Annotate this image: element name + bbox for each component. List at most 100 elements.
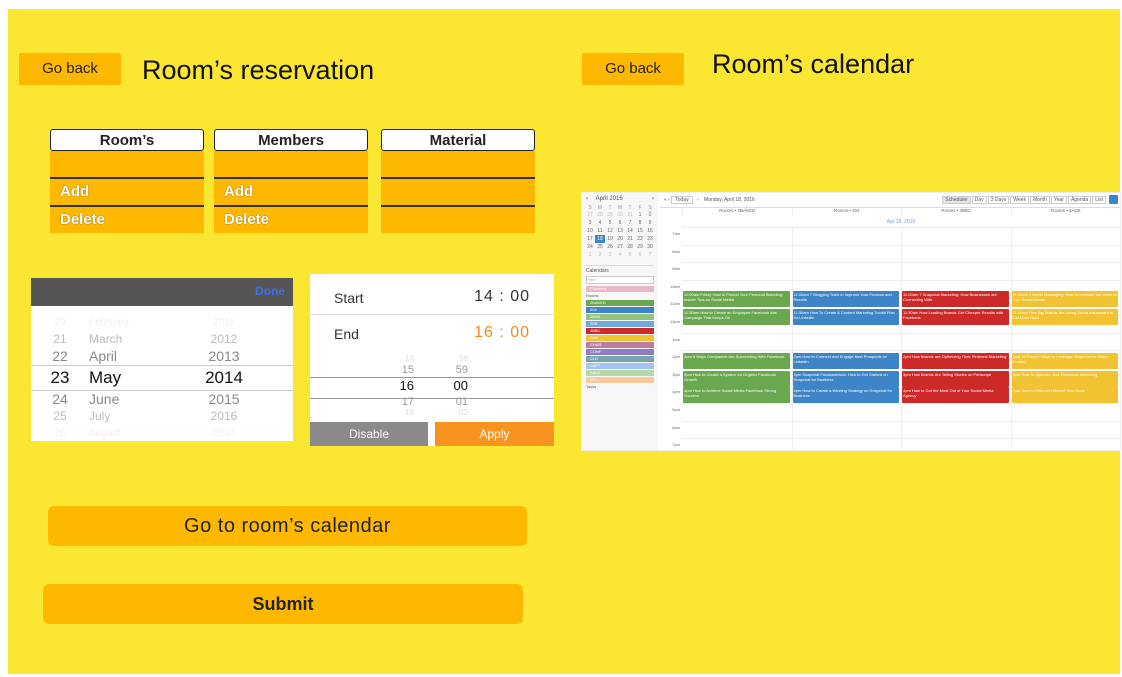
mini-day[interactable]: 6: [635, 251, 645, 259]
calendar-event[interactable]: 2pm How Brands are Optimizing Their Pint…: [902, 353, 1009, 369]
date-wheel-row[interactable]: 23 May 2014: [31, 365, 293, 391]
date-picker[interactable]: Done 20 February 2011 21 March 2012 22 April 201…: [31, 278, 293, 441]
material-cell[interactable]: [381, 207, 535, 233]
calendar-list-item[interactable]: Rooms: [586, 293, 654, 299]
apply-button[interactable]: Apply: [435, 422, 554, 446]
calendar-event[interactable]: 4pm How to Achieve Social Media Facebook…: [683, 387, 790, 403]
date-wheel-row[interactable]: 21 March 2012: [31, 331, 293, 348]
mini-day[interactable]: 30: [645, 243, 655, 251]
mini-day[interactable]: 19: [605, 235, 615, 243]
calendar-event[interactable]: 11:30am How Leading Brands Get Cheaper R…: [902, 309, 1009, 325]
members-add-button[interactable]: Add: [214, 179, 368, 207]
go-back-button[interactable]: Go back: [19, 53, 121, 85]
mini-day[interactable]: 2: [645, 211, 655, 219]
go-to-calendar-button[interactable]: Go to room’s calendar: [48, 506, 527, 546]
view-tab-scheduler[interactable]: Scheduler: [942, 196, 971, 204]
time-picker[interactable]: Start 14 : 00 End 16 : 00 14 58 15 59 16 00 17…: [310, 274, 554, 446]
calendar-list-item[interactable]: ADE: [586, 335, 654, 341]
mini-day[interactable]: 16: [645, 227, 655, 235]
date-wheel-row[interactable]: 26 August 2017: [31, 425, 293, 441]
mini-day[interactable]: 23: [645, 235, 655, 243]
mini-day[interactable]: 24: [585, 243, 595, 251]
calendar-event[interactable]: 3pm How to Optimize Your Facebook Market…: [1011, 371, 1118, 387]
mini-day[interactable]: 11: [595, 227, 605, 235]
date-wheel-row[interactable]: 22 April 2013: [31, 348, 293, 365]
mini-day[interactable]: 3: [585, 219, 595, 227]
calendar-list-item[interactable]: 4BBC: [586, 328, 654, 334]
mini-day[interactable]: 9: [645, 219, 655, 227]
mini-day[interactable]: 27: [615, 243, 625, 251]
mini-day[interactable]: 6: [615, 219, 625, 227]
today-button[interactable]: Today: [671, 196, 693, 204]
calendar-list-item[interactable]: 3BB: [586, 321, 654, 327]
mini-day[interactable]: 7: [645, 251, 655, 259]
filter-input[interactable]: Filter: [586, 276, 654, 284]
mini-day[interactable]: 22: [635, 235, 645, 243]
calendar-list-item[interactable]: CHAR: [586, 342, 654, 348]
view-tab-list[interactable]: List: [1092, 196, 1106, 204]
calendar-event[interactable]: 3pm How to Create a System for Organic F…: [683, 371, 790, 387]
mini-day[interactable]: 18: [595, 235, 605, 243]
mini-day[interactable]: 21: [625, 235, 635, 243]
material-cell[interactable]: [381, 151, 535, 179]
end-time-value[interactable]: 16 : 00: [474, 324, 530, 342]
calendar-event[interactable]: 3pm Snapchat Fundamentals: How to Get St…: [792, 371, 899, 387]
mini-day[interactable]: 25: [595, 243, 605, 251]
calendar-list-item[interactable]: SPA: [586, 377, 654, 383]
mini-day[interactable]: 5: [605, 219, 615, 227]
start-time-value[interactable]: 14 : 00: [474, 288, 530, 306]
time-wheel-row[interactable]: 16 00: [310, 376, 554, 396]
calendar-go-back-button[interactable]: Go back: [582, 53, 684, 85]
rooms-cell-empty[interactable]: [50, 151, 204, 179]
calendar-list-item[interactable]: Favorites: [586, 286, 654, 292]
rooms-delete-button[interactable]: Delete: [50, 207, 204, 233]
time-wheel-row[interactable]: 18 02: [310, 408, 554, 418]
mini-day[interactable]: 5: [625, 251, 635, 259]
done-button[interactable]: Done: [255, 284, 285, 298]
mini-day[interactable]: 28: [625, 243, 635, 251]
rooms-add-button[interactable]: Add: [50, 179, 204, 207]
calendar-list-item[interactable]: Tasks: [586, 384, 654, 390]
view-tab-day[interactable]: Day: [971, 196, 987, 204]
mini-day[interactable]: 27: [585, 211, 595, 219]
view-tab-3-days[interactable]: 3 Days: [987, 196, 1010, 204]
mini-day[interactable]: 15: [635, 227, 645, 235]
mini-day[interactable]: 8: [635, 219, 645, 227]
view-tab-agenda[interactable]: Agenda: [1067, 196, 1092, 204]
calendar-list-item[interactable]: SALE: [586, 370, 654, 376]
mini-day[interactable]: 28: [595, 211, 605, 219]
mini-day[interactable]: 31: [625, 211, 635, 219]
calendar-list-item[interactable]: 2BAKED: [586, 300, 654, 306]
calendar-event[interactable]: 3pm How Brands Are Telling Stories on Pe…: [902, 371, 1009, 387]
next-month-icon[interactable]: ›: [652, 196, 654, 202]
time-wheel-row[interactable]: 15 59: [310, 364, 554, 376]
mini-day[interactable]: 20: [615, 235, 625, 243]
calendar-event[interactable]: 11:00am 7 Brand Messaging: How to Increa…: [1011, 291, 1118, 307]
calendar-event[interactable]: 11:30am How To Create A Content Marketin…: [792, 309, 899, 325]
mini-day[interactable]: 29: [635, 243, 645, 251]
mini-day[interactable]: 1: [635, 211, 645, 219]
view-tab-month[interactable]: Month: [1029, 196, 1050, 204]
room-calendar[interactable]: ‹ April 2016 › S M T W T F S 27 28 29 30 31 1 2 3 4 5 6 7 8…: [581, 192, 1121, 451]
mini-calendar[interactable]: S M T W T F S 27 28 29 30 31 1 2 3 4 5 6 7 8 9 10 11 12 13 14 15 16…: [582, 205, 658, 259]
prev-month-icon[interactable]: ‹: [586, 196, 588, 202]
time-wheel[interactable]: 14 58 15 59 16 00 17 01 18 02: [310, 354, 554, 418]
time-wheel-row[interactable]: 14 58: [310, 354, 554, 364]
calendar-event[interactable]: 2pm How to Connect and Engage New Prospe…: [792, 353, 899, 369]
mini-day[interactable]: 29: [605, 211, 615, 219]
calendar-event[interactable]: 4pm How to Create a Winning Strategy on …: [792, 387, 899, 403]
calendar-list-item[interactable]: LOFT: [586, 363, 654, 369]
date-wheel-row[interactable]: 25 July 2016: [31, 408, 293, 425]
calendar-event[interactable]: 4pm How to Get the Most Out of Your Soci…: [902, 387, 1009, 403]
material-cell[interactable]: [381, 179, 535, 207]
mini-day[interactable]: 7: [625, 219, 635, 227]
date-wheel-row[interactable]: 20 February 2011: [31, 314, 293, 331]
mini-day[interactable]: 10: [585, 227, 595, 235]
calendar-event[interactable]: 11:30am How to Create an Employee Facebo…: [683, 309, 790, 325]
members-cell-empty[interactable]: [214, 151, 368, 179]
mini-day[interactable]: 13: [615, 227, 625, 235]
calendar-list-item[interactable]: 204: [586, 307, 654, 313]
date-wheel-row[interactable]: 24 June 2015: [31, 391, 293, 408]
calendar-event[interactable]: 11:00am 7 Snapchat Marketing: How Busine…: [902, 291, 1009, 307]
mini-day[interactable]: 30: [615, 211, 625, 219]
